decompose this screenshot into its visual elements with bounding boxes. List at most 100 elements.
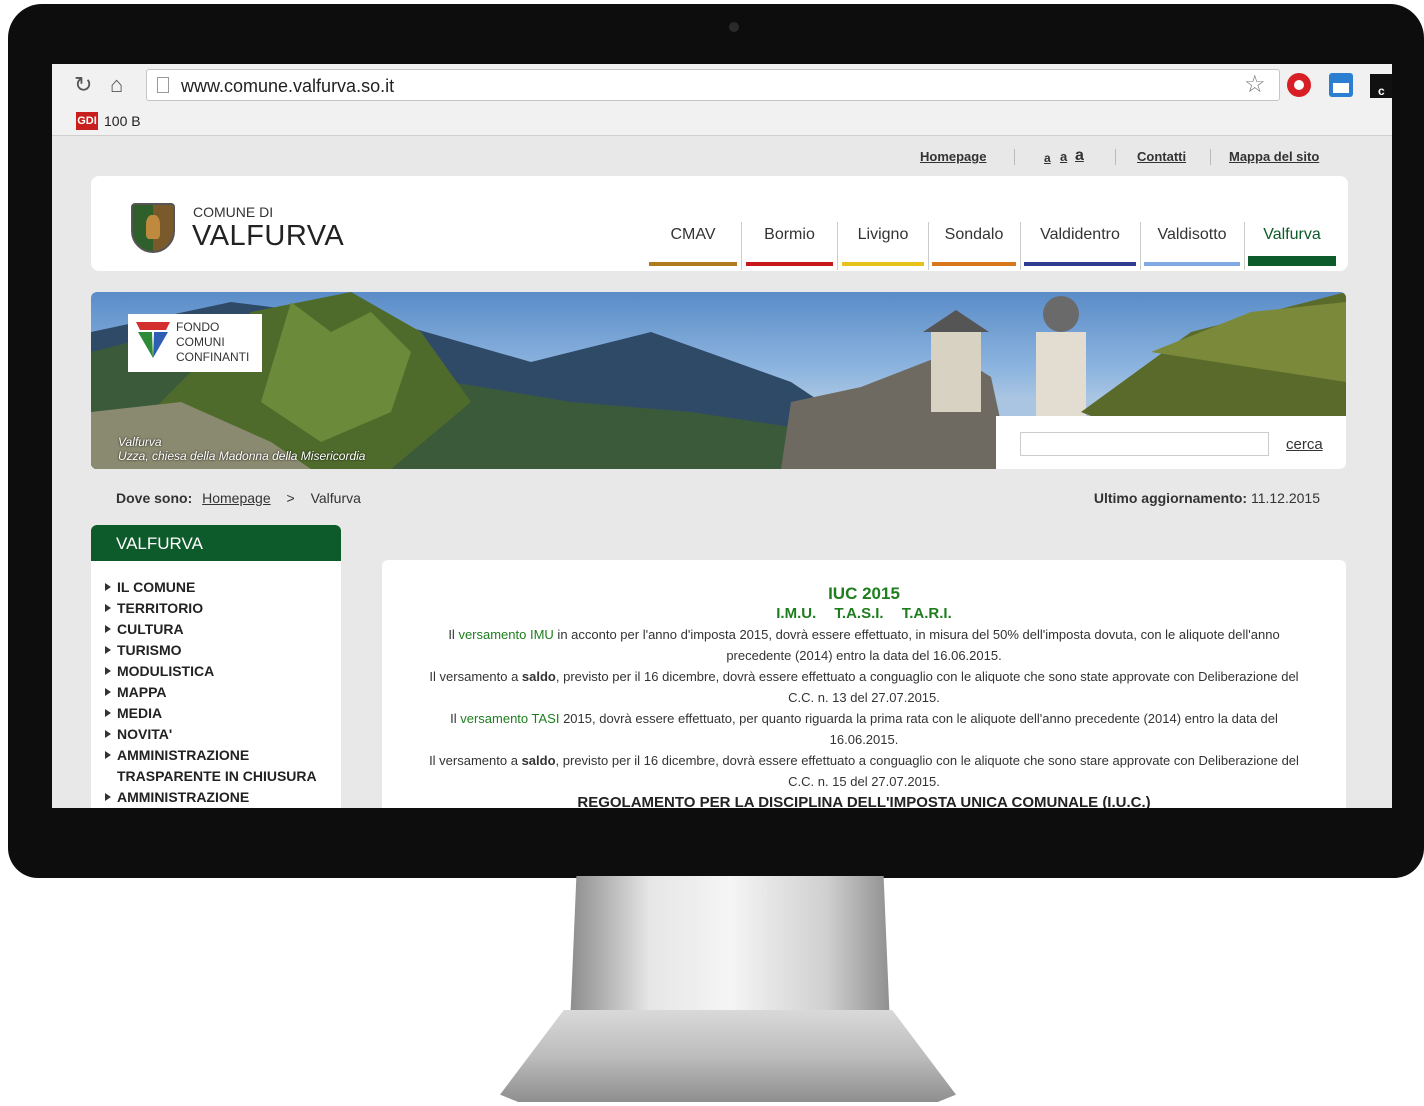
sidebar-item-cultura[interactable]: CULTURA <box>105 619 341 640</box>
regolamento-heading[interactable]: REGOLAMENTO PER LA DISCIPLINA DELL'IMPOS… <box>382 792 1346 808</box>
divider <box>928 222 929 270</box>
home-icon[interactable]: ⌂ <box>110 72 123 98</box>
paragraph-imu-saldo: Il versamento a saldo, previsto per il 1… <box>382 666 1346 708</box>
tab-color-bar <box>1144 262 1240 266</box>
divider <box>837 222 838 270</box>
bookmark-star-icon[interactable]: ☆ <box>1244 70 1266 99</box>
top-link-homepage[interactable]: Homepage <box>920 149 986 164</box>
tab-color-bar <box>649 262 737 266</box>
breadcrumb-home-link[interactable]: Homepage <box>202 490 271 506</box>
sidebar-item-media[interactable]: MEDIA <box>105 703 341 724</box>
sidebar-item-mappa[interactable]: MAPPA <box>105 682 341 703</box>
tab-valdidentro[interactable]: Valdidentro <box>1024 226 1136 266</box>
text: , previsto per il 16 dicembre, dovrà ess… <box>555 669 1299 705</box>
reload-icon[interactable]: ↻ <box>74 72 92 98</box>
divider <box>1014 149 1015 165</box>
tab-label: CMAV <box>670 226 716 243</box>
text: Il <box>450 711 461 726</box>
tab-livigno[interactable]: Livigno <box>842 226 924 266</box>
font-size-small[interactable]: a <box>1044 151 1051 165</box>
bookmark-gdi-icon: GDI <box>76 112 98 130</box>
extension-window-icon[interactable] <box>1329 73 1353 97</box>
tab-color-bar <box>1248 256 1336 266</box>
tab-label: Valdisotto <box>1157 226 1227 243</box>
text: Il versamento a <box>429 669 522 684</box>
sidebar-item-novita[interactable]: NOVITA' <box>105 724 341 745</box>
sidebar-item-amministrazione-trasparente[interactable]: AMMINISTRAZIONE TRASPARENTE IN CHIUSURA <box>105 745 341 787</box>
last-updated-label: Ultimo aggiornamento: <box>1093 490 1248 506</box>
search-box: cerca <box>996 416 1346 469</box>
site-header: COMUNE DI VALFURVA CMAV Bormio Livigno S… <box>91 176 1348 271</box>
adblock-extension-icon[interactable] <box>1287 73 1311 97</box>
search-input[interactable] <box>1020 432 1269 456</box>
divider <box>1115 149 1116 165</box>
font-size-medium[interactable]: a <box>1060 149 1067 164</box>
page-icon <box>157 77 169 93</box>
top-link-mappa[interactable]: Mappa del sito <box>1229 149 1319 164</box>
sidebar-item-il-comune[interactable]: IL COMUNE <box>105 577 341 598</box>
divider <box>741 222 742 270</box>
hero-banner: FONDO COMUNI CONFINANTI Valfurva Uzza, c… <box>91 292 1346 469</box>
extension-c-icon[interactable]: c <box>1370 74 1392 98</box>
bold-text: saldo <box>521 753 556 768</box>
tab-label: Bormio <box>764 226 815 243</box>
monitor-stand <box>570 876 890 1026</box>
sidebar: VALFURVA IL COMUNE TERRITORIO CULTURA TU… <box>91 525 341 808</box>
tab-bormio[interactable]: Bormio <box>746 226 833 266</box>
tab-label: Valdidentro <box>1040 226 1120 243</box>
divider <box>1140 222 1141 270</box>
breadcrumb: Dove sono: Homepage > Valfurva <box>116 490 361 506</box>
divider <box>1244 222 1245 270</box>
link-versamento-imu[interactable]: versamento IMU <box>458 627 553 642</box>
caption-place: Valfurva <box>118 435 162 449</box>
site-subtitle: COMUNE DI <box>193 204 274 220</box>
breadcrumb-current: Valfurva <box>310 490 361 506</box>
sidebar-item-modulistica[interactable]: MODULISTICA <box>105 661 341 682</box>
photo-caption: Valfurva Uzza, chiesa della Madonna dell… <box>118 435 365 463</box>
tab-color-bar <box>1024 262 1136 266</box>
tab-cmav[interactable]: CMAV <box>649 226 737 266</box>
breadcrumb-label: Dove sono: <box>116 490 193 506</box>
divider <box>1210 149 1211 165</box>
text: 2015, dovrà essere effettuato, per quant… <box>559 711 1278 747</box>
fondo-line: FONDO <box>176 320 220 334</box>
web-page: Homepage a a a Contatti Mappa del sito C… <box>52 136 1392 808</box>
text: in acconto per l'anno d'imposta 2015, do… <box>553 627 1280 663</box>
text: Il <box>448 627 459 642</box>
monitor-base <box>500 1010 956 1102</box>
sidebar-item-amministrazione[interactable]: AMMINISTRAZIONE <box>105 787 341 808</box>
last-updated-date: 11.12.2015 <box>1250 490 1320 506</box>
top-link-contatti[interactable]: Contatti <box>1137 149 1186 164</box>
fondo-line: COMUNI <box>176 335 225 349</box>
sidebar-menu: IL COMUNE TERRITORIO CULTURA TURISMO MOD… <box>91 561 341 808</box>
main-content: IUC 2015 I.M.U. T.A.S.I. T.A.R.I. Il ver… <box>382 560 1346 808</box>
search-button[interactable]: cerca <box>1286 436 1323 453</box>
tab-color-bar <box>932 262 1016 266</box>
tab-valdisotto[interactable]: Valdisotto <box>1144 226 1240 266</box>
tab-color-bar <box>842 262 924 266</box>
tab-valfurva[interactable]: Valfurva <box>1248 226 1336 266</box>
coat-of-arms-logo[interactable] <box>131 203 175 253</box>
fondo-line: CONFINANTI <box>176 350 250 364</box>
crest-figure <box>146 215 160 239</box>
url-text: www.comune.valfurva.so.it <box>181 76 395 96</box>
tab-sondalo[interactable]: Sondalo <box>932 226 1016 266</box>
fondo-comuni-confinanti-logo[interactable]: FONDO COMUNI CONFINANTI <box>128 314 262 372</box>
browser-toolbar: ↻ ⌂ www.comune.valfurva.so.it ☆ c <box>52 64 1392 106</box>
address-bar[interactable]: www.comune.valfurva.so.it <box>146 69 1280 101</box>
breadcrumb-separator: > <box>286 490 295 506</box>
paragraph-tasi-saldo: Il versamento a saldo, previsto per il 1… <box>382 750 1346 792</box>
bold-text: saldo <box>521 669 556 684</box>
paragraph-imu-acconto: Il versamento IMU in acconto per l'anno … <box>382 624 1346 666</box>
bookmark-item[interactable]: 100 B <box>104 113 141 129</box>
camera <box>729 22 739 32</box>
sidebar-item-territorio[interactable]: TERRITORIO <box>105 598 341 619</box>
content-title: IUC 2015 <box>828 584 900 603</box>
site-title[interactable]: VALFURVA <box>192 220 344 253</box>
tab-label: Valfurva <box>1263 226 1321 243</box>
sidebar-item-turismo[interactable]: TURISMO <box>105 640 341 661</box>
tab-label: Sondalo <box>944 226 1004 243</box>
link-versamento-tasi[interactable]: versamento TASI <box>460 711 559 726</box>
content-subtitle: I.M.U. T.A.S.I. T.A.R.I. <box>776 605 952 622</box>
font-size-large[interactable]: a <box>1075 147 1084 165</box>
